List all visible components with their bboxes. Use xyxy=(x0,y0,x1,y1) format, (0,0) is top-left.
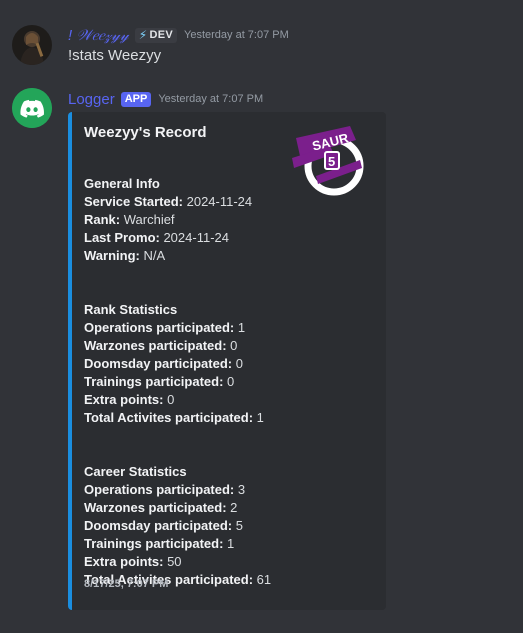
stat-line: Operations participated: 1 xyxy=(84,320,246,335)
section-heading-career: Career Statistics xyxy=(84,464,187,479)
user-name[interactable]: ! 𝒲𝑒𝑒𝓏𝓎𝓎 xyxy=(68,27,129,44)
embed-footer-timestamp: 8/17/25, 7:07 PM xyxy=(84,578,169,590)
stat-line: Trainings participated: 1 xyxy=(84,536,235,551)
stat-line: Total Activites participated: 1 xyxy=(84,410,264,425)
stat-line: Warzones participated: 0 xyxy=(84,338,238,353)
svg-text:5: 5 xyxy=(328,154,335,169)
embed-title: Weezyy's Record xyxy=(84,124,207,141)
stat-line: Warning: N/A xyxy=(84,248,166,263)
app-badge[interactable]: APP xyxy=(120,91,152,107)
user-avatar[interactable] xyxy=(12,25,52,65)
message-content: !stats Weezyy xyxy=(68,47,162,64)
section-heading-general: General Info xyxy=(84,176,160,191)
embed-description: General Info Service Started: 2024-11-24… xyxy=(84,175,374,589)
dev-badge-label: DEV xyxy=(149,29,173,41)
stat-line: Doomsday participated: 5 xyxy=(84,518,243,533)
stat-line: Doomsday participated: 0 xyxy=(84,356,243,371)
stat-line: Warzones participated: 2 xyxy=(84,500,238,515)
stat-line: Rank: Warchief xyxy=(84,212,175,227)
stat-line: Trainings participated: 0 xyxy=(84,374,235,389)
message-timestamp[interactable]: Yesterday at 7:07 PM xyxy=(184,29,289,41)
stat-line: Service Started: 2024-11-24 xyxy=(84,194,253,209)
stat-line: Operations participated: 3 xyxy=(84,482,246,497)
stat-line: Last Promo: 2024-11-24 xyxy=(84,230,229,245)
lightning-bolt-icon: ⚡ xyxy=(138,28,148,42)
stat-line: Extra points: 0 xyxy=(84,392,175,407)
section-heading-rank: Rank Statistics xyxy=(84,302,178,317)
stats-embed: Weezyy's Record SAUR 5 General Info Serv… xyxy=(68,112,386,610)
bot-name[interactable]: Logger xyxy=(68,91,115,108)
bot-avatar[interactable] xyxy=(12,88,52,128)
stat-line: Extra points: 50 xyxy=(84,554,182,569)
discord-logo-icon xyxy=(12,88,52,128)
message-timestamp[interactable]: Yesterday at 7:07 PM xyxy=(158,93,263,105)
dev-badge[interactable]: ⚡ DEV xyxy=(134,27,177,43)
